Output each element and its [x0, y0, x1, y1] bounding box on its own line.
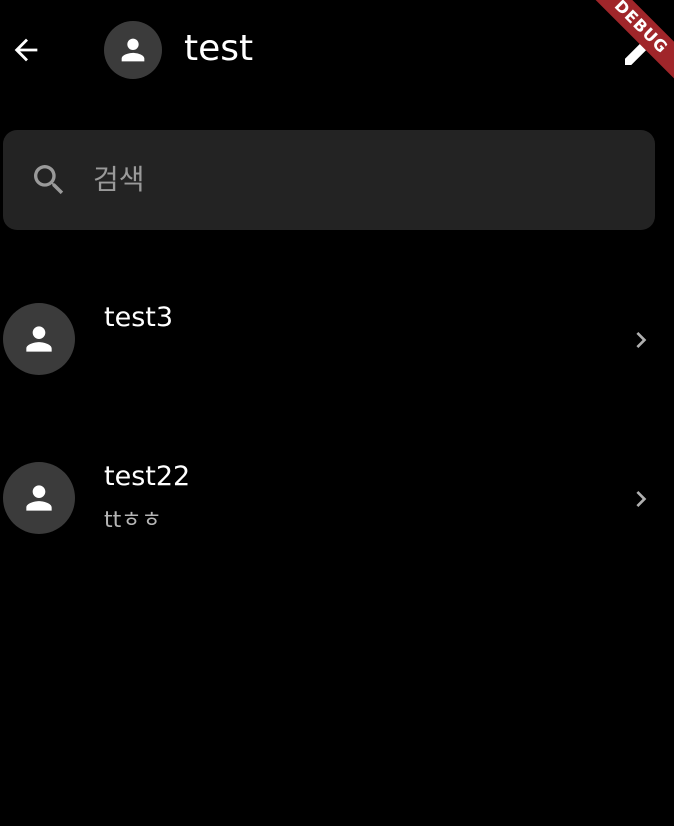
- edit-pencil-icon: [625, 34, 656, 65]
- chevron-right-icon: [624, 323, 658, 357]
- person-icon: [121, 38, 145, 62]
- search-placeholder: 검색: [93, 163, 145, 196]
- search-icon: [34, 165, 64, 195]
- list-item[interactable]: test22 ttㅎㅎ: [0, 433, 674, 563]
- back-button[interactable]: [2, 24, 50, 76]
- avatar: [3, 303, 75, 375]
- person-icon: [26, 485, 52, 511]
- arrow-back-icon: [14, 38, 38, 62]
- page-title: test: [184, 28, 254, 69]
- edit-button[interactable]: [616, 26, 664, 74]
- person-icon: [26, 326, 52, 352]
- app-bar: test: [0, 0, 674, 100]
- avatar: [3, 462, 75, 534]
- list-item-title: test3: [104, 302, 174, 333]
- app-root: test DEBUG 검색 test3 test22 ttㅎㅎ: [0, 0, 674, 826]
- search-input[interactable]: 검색: [3, 130, 655, 230]
- chat-avatar: [104, 21, 162, 79]
- chevron-right-icon: [624, 482, 658, 516]
- list-item-title: test22: [104, 461, 191, 492]
- list-item-subtitle: ttㅎㅎ: [104, 508, 162, 533]
- list-item[interactable]: test3: [0, 274, 674, 404]
